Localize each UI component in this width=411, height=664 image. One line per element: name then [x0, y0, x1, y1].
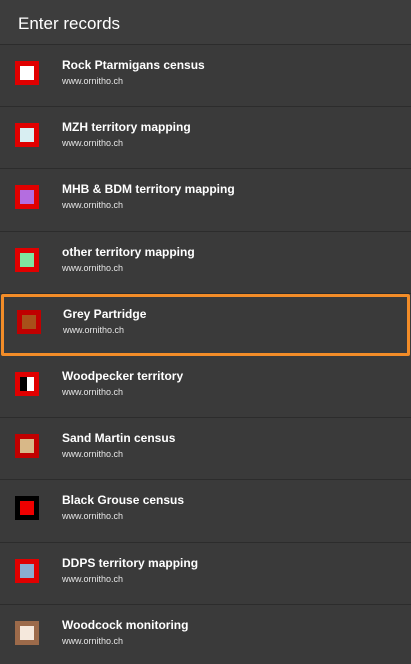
list-item[interactable]: Black Grouse census www.ornitho.ch: [0, 480, 411, 543]
list-item-subtitle: www.ornitho.ch: [62, 511, 124, 522]
square-green-on-red-icon: [15, 247, 39, 272]
list-item-subtitle: www.ornitho.ch: [62, 200, 124, 211]
list-item[interactable]: Grey Partridge www.ornitho.ch: [1, 293, 410, 356]
list-item[interactable]: DDPS territory mapping www.ornitho.ch: [0, 543, 411, 605]
page-title: Enter records: [18, 14, 121, 33]
list-item-subtitle: www.ornitho.ch: [62, 449, 124, 460]
list-item-subtitle: www.ornitho.ch: [62, 386, 124, 397]
list-item[interactable]: Woodcock monitoring www.ornitho.ch: [0, 605, 411, 664]
list-item-title: other territory mapping: [62, 244, 195, 259]
list-item-title: DDPS territory mapping: [62, 555, 199, 570]
list-item[interactable]: Woodpecker territory www.ornitho.ch: [0, 356, 411, 419]
list-item-title: Sand Martin census: [62, 431, 176, 446]
list-item[interactable]: Sand Martin census www.ornitho.ch: [0, 418, 411, 481]
square-blackwhite-on-red-icon: [15, 371, 39, 396]
list-item-title: Woodpecker territory: [62, 368, 184, 383]
list-item-subtitle: www.ornitho.ch: [62, 138, 124, 149]
square-tan-on-red-icon: [15, 434, 39, 459]
list-item-title: Rock Ptarmigans census: [62, 58, 205, 72]
record-list: Rock Ptarmigans census www.ornitho.ch MZ…: [0, 45, 411, 664]
list-item-title: MZH territory mapping: [62, 120, 191, 135]
list-item-subtitle: www.ornitho.ch: [62, 262, 124, 273]
page: Enter records Rock Ptarmigans census www…: [0, 0, 411, 664]
square-red-on-black-icon: [15, 496, 39, 521]
list-item-title: MHB & BDM territory mapping: [62, 182, 235, 197]
list-item[interactable]: other territory mapping www.ornitho.ch: [0, 232, 411, 294]
square-white-on-red-icon: [15, 61, 39, 85]
square-cream-on-brown-icon: [15, 620, 39, 645]
list-item[interactable]: MHB & BDM territory mapping www.ornitho.…: [0, 169, 411, 232]
square-steelblue-on-red-icon: [15, 558, 39, 583]
list-item[interactable]: Rock Ptarmigans census www.ornitho.ch: [0, 45, 411, 108]
list-item-title: Woodcock monitoring: [62, 617, 189, 632]
list-item-subtitle: www.ornitho.ch: [62, 573, 124, 584]
square-lightcyan-on-red-icon: [15, 123, 39, 148]
square-brown-on-red-icon: [17, 309, 41, 334]
list-item-subtitle: www.ornitho.ch: [63, 324, 125, 335]
header: Enter records: [0, 0, 411, 45]
list-item[interactable]: MZH territory mapping www.ornitho.ch: [0, 107, 411, 170]
list-item-title: Black Grouse census: [62, 493, 185, 508]
list-item-subtitle: www.ornitho.ch: [62, 76, 124, 86]
list-item-subtitle: www.ornitho.ch: [62, 635, 124, 646]
list-item-title: Grey Partridge: [63, 306, 147, 321]
square-violet-on-red-icon: [15, 185, 39, 210]
